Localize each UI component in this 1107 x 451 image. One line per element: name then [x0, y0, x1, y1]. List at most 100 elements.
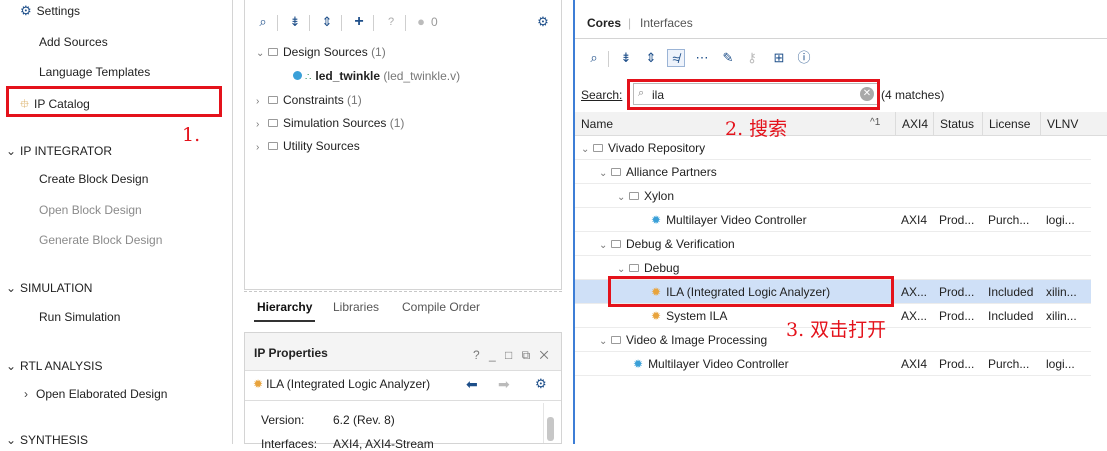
section-simulation[interactable]: ⌄ SIMULATION [6, 281, 92, 295]
tree-design-sources[interactable]: ⌄ Design Sources (1) [256, 42, 386, 62]
chip-icon[interactable]: ⊞ [770, 49, 788, 67]
folder-icon [629, 191, 639, 200]
gear-icon: ⚙ [20, 3, 32, 18]
col-name[interactable]: Name [581, 112, 613, 136]
interfaces-value: AXI4, AXI4-Stream [333, 437, 434, 451]
info-icon[interactable]: ⓘ [795, 49, 813, 67]
language-templates-item[interactable]: Language Templates [39, 65, 150, 79]
col-status[interactable]: Status [933, 112, 974, 136]
catalog-toolbar: ⌕ ⇟ ⇕ ≉ ⋯ ✎ ⚷ ⊞ ⓘ [575, 45, 1107, 73]
table-row[interactable]: ✹ Multilayer Video Controller AXI4 Prod..… [575, 352, 1091, 376]
gear-icon[interactable]: ⚙ [535, 376, 547, 392]
open-block-design-item[interactable]: Open Block Design [39, 203, 142, 217]
ip-properties-title: IP Properties [254, 346, 328, 360]
match-count: (4 matches) [881, 88, 945, 102]
create-block-design-item[interactable]: Create Block Design [39, 172, 148, 186]
tree-utility-sources[interactable]: › Utility Sources [256, 136, 360, 156]
catalog-column-header: Name ^1 AXI4 Status License VLNV [575, 112, 1107, 136]
col-axi4[interactable]: AXI4 [895, 112, 928, 136]
ip-catalog-panel: Cores | Interfaces ⌕ ⇟ ⇕ ≉ ⋯ ✎ ⚷ ⊞ ⓘ Sea… [573, 0, 1107, 444]
scrollbar[interactable] [543, 403, 555, 443]
chevron-right-icon: › [256, 142, 260, 153]
tab-hierarchy[interactable]: Hierarchy [253, 300, 316, 322]
wrench-icon[interactable]: ✎ [719, 49, 737, 67]
run-simulation-item[interactable]: Run Simulation [39, 310, 120, 324]
step2-annotation: 2. 搜索 [725, 118, 788, 140]
collapse-all-icon[interactable]: ⇟ [286, 13, 304, 31]
tab-separator: | [628, 16, 632, 30]
step3-annotation: 3. 双击打开 [786, 319, 887, 341]
toolbar-divider [309, 15, 310, 31]
tree-simulation-sources[interactable]: › Simulation Sources (1) [256, 113, 404, 133]
chevron-down-icon: ⌄ [599, 168, 608, 179]
forward-arrow-icon[interactable]: ➡ [498, 376, 510, 393]
folder-icon [611, 167, 621, 176]
search-highlight [627, 79, 880, 110]
tree-constraints[interactable]: › Constraints (1) [256, 90, 362, 110]
module-icon [293, 71, 302, 81]
add-sources-item[interactable]: Add Sources [39, 35, 108, 49]
chevron-down-icon: ⌄ [617, 192, 626, 203]
table-row[interactable]: ⌄ Alliance Partners [575, 160, 1091, 184]
folder-icon [268, 47, 278, 56]
table-row[interactable]: ⌄ Debug & Verification [575, 232, 1091, 256]
tab-compile-order[interactable]: Compile Order [402, 300, 480, 314]
scrollbar-thumb[interactable] [547, 417, 554, 441]
ip-icon: ✹ [651, 309, 662, 323]
tab-interfaces[interactable]: Interfaces [640, 16, 693, 30]
settings-item[interactable]: ⚙ Settings [20, 3, 80, 19]
step1-annotation: 1. [182, 124, 201, 146]
network-icon[interactable]: ⋯ [693, 49, 711, 67]
ip-icon: ✹ [651, 213, 662, 227]
chevron-down-icon: ⌄ [599, 336, 608, 347]
table-row[interactable]: ⌄ Vivado Repository [575, 136, 1091, 160]
ip-catalog-highlight [6, 86, 222, 117]
folder-icon [629, 263, 639, 272]
search-icon[interactable]: ⌕ [585, 49, 603, 67]
interfaces-label: Interfaces: [261, 437, 318, 451]
chevron-down-icon: ⌄ [599, 240, 608, 251]
toolbar-divider [405, 15, 406, 31]
section-ip-integrator[interactable]: ⌄ IP INTEGRATOR [6, 144, 112, 158]
folder-icon [611, 335, 621, 344]
open-elaborated-design-item[interactable]: › Open Elaborated Design [24, 387, 167, 401]
gear-icon[interactable]: ⚙ [534, 13, 552, 31]
chevron-right-icon: › [256, 96, 260, 107]
folder-icon [593, 143, 603, 152]
section-synthesis[interactable]: ⌄ SYNTHESIS [6, 433, 88, 447]
expand-all-icon[interactable]: ⇕ [642, 49, 660, 67]
version-label: Version: [261, 413, 305, 427]
divider [575, 38, 1107, 39]
generate-block-design-item[interactable]: Generate Block Design [39, 233, 162, 247]
toolbar-divider [277, 15, 278, 31]
toolbar-divider [373, 15, 374, 31]
folder-icon [268, 95, 278, 104]
tree-top-module[interactable]: ∴ led_twinkle (led_twinkle.v) [293, 66, 460, 86]
hierarchy-icon: ∴ [305, 72, 312, 83]
add-icon[interactable]: + [350, 13, 368, 31]
table-row[interactable]: ⌄ Xylon [575, 184, 1091, 208]
section-rtl-analysis[interactable]: ⌄ RTL ANALYSIS [6, 359, 102, 373]
collapse-all-icon[interactable]: ⇟ [617, 49, 635, 67]
toolbar-divider [608, 51, 609, 67]
key-icon[interactable]: ⚷ [743, 49, 761, 67]
chevron-down-icon: ⌄ [6, 433, 17, 447]
tab-libraries[interactable]: Libraries [333, 300, 379, 314]
ip-icon: ✹ [633, 357, 644, 371]
sources-tabs: Hierarchy Libraries Compile Order [244, 291, 562, 322]
filter-icon[interactable]: ≉ [667, 49, 685, 67]
help-icon[interactable]: ? [382, 13, 400, 31]
col-license[interactable]: License [982, 112, 1030, 136]
window-controls[interactable]: ? _ □ ⧉ ✕ [473, 348, 552, 363]
chevron-down-icon: ⌄ [6, 281, 17, 295]
sources-toolbar: ⌕ ⇟ ⇕ + ? ● 0 ⚙ [244, 9, 562, 37]
expand-all-icon[interactable]: ⇕ [318, 13, 336, 31]
col-vlnv[interactable]: VLNV [1040, 112, 1078, 136]
status-dot-icon: ● [417, 14, 425, 29]
folder-icon [611, 239, 621, 248]
table-row[interactable]: ✹ Multilayer Video Controller AXI4 Prod..… [575, 208, 1091, 232]
tab-cores[interactable]: Cores [587, 16, 621, 30]
back-arrow-icon[interactable]: ⬅ [466, 376, 478, 393]
sort-indicator: ^1 [870, 117, 881, 128]
search-icon[interactable]: ⌕ [254, 13, 272, 31]
